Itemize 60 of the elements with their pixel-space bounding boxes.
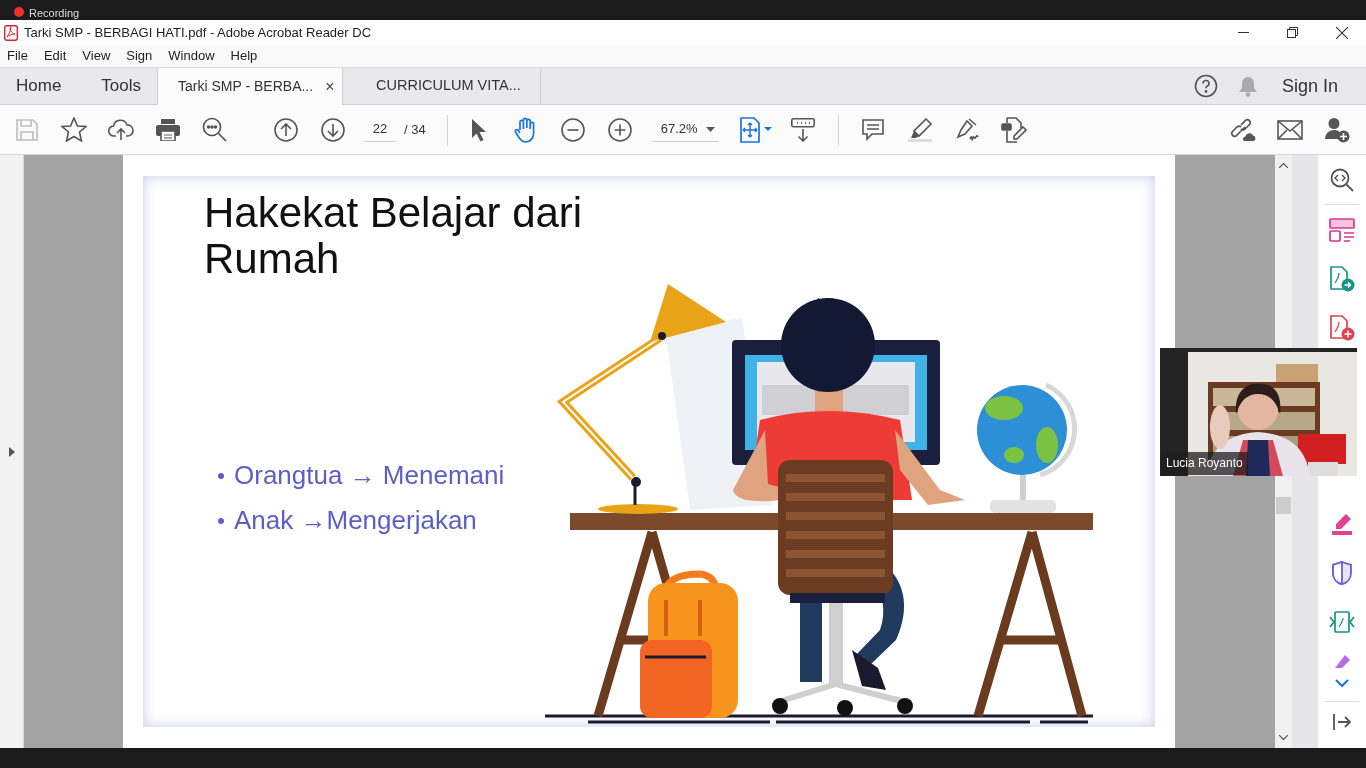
menu-item[interactable]: Sign: [126, 46, 160, 66]
document-tab[interactable]: CURRICULUM VITA...: [376, 75, 521, 97]
export-pdf-icon[interactable]: [1329, 265, 1355, 292]
zoom-in-icon[interactable]: [608, 117, 633, 142]
cloud-upload-icon[interactable]: [107, 118, 134, 141]
scrollbar-thumb[interactable]: [1276, 497, 1291, 514]
close-icon[interactable]: [1335, 26, 1348, 39]
print-icon[interactable]: [155, 118, 180, 141]
compress-pdf-icon[interactable]: [1329, 609, 1355, 634]
page-count: / 34: [404, 120, 426, 139]
mail-icon[interactable]: [1276, 119, 1303, 140]
pdf-app-icon: [4, 24, 18, 41]
window-title: Tarki SMP - BERBAGI HATI.pdf - Adobe Acrobat Reader DC: [24, 23, 372, 42]
expand-panel-icon[interactable]: [8, 446, 15, 457]
menu-item[interactable]: Edit: [43, 46, 74, 66]
search-icon[interactable]: [202, 117, 227, 142]
sign-in-button[interactable]: Sign In: [1281, 72, 1338, 100]
shield-icon[interactable]: [1332, 560, 1352, 585]
scroll-mode-icon[interactable]: [791, 117, 816, 142]
zoom-search-icon[interactable]: [1330, 167, 1354, 192]
scroll-down-icon[interactable]: [1279, 735, 1288, 740]
pen-signature-icon[interactable]: [954, 117, 981, 142]
pen-icon[interactable]: [1332, 654, 1352, 668]
zoom-out-icon[interactable]: [561, 117, 586, 142]
menu-item[interactable]: Help: [230, 46, 265, 66]
restore-icon[interactable]: [1287, 27, 1298, 38]
nav-tab[interactable]: Home: [0, 68, 86, 104]
collapse-panel-icon[interactable]: [1333, 713, 1351, 731]
recording-label: Recording: [29, 7, 80, 20]
more-tools-chevron-icon[interactable]: [1335, 679, 1349, 687]
highlighter-icon[interactable]: [907, 117, 934, 142]
star-icon[interactable]: [60, 117, 87, 142]
scroll-up-icon[interactable]: [1279, 163, 1288, 168]
slide-title: Hakekat Belajar dari Rumah: [203, 188, 584, 283]
participant-name: Lucia Royanto: [1161, 452, 1248, 475]
comment-icon[interactable]: [862, 118, 885, 141]
organize-pages-icon[interactable]: [1329, 217, 1355, 242]
add-user-icon[interactable]: [1323, 116, 1350, 143]
caret-icon[interactable]: [705, 127, 715, 132]
highlighter-icon[interactable]: [1330, 512, 1354, 535]
tab-close-button[interactable]: ×: [323, 74, 337, 99]
create-pdf-icon[interactable]: [1329, 314, 1355, 341]
bullet-text: Orangtua → Menemani: [234, 459, 505, 492]
document-tab[interactable]: Tarki SMP - BERBA...: [178, 76, 314, 97]
nav-tab[interactable]: Tools: [85, 68, 158, 104]
bullet-text: Anak →Mengerjakan: [234, 504, 477, 537]
link-icon[interactable]: [1229, 117, 1256, 142]
pointer-icon[interactable]: [471, 117, 488, 142]
menu-item[interactable]: File: [7, 46, 35, 66]
previous-page-icon[interactable]: [273, 117, 298, 142]
bullet-icon: [218, 472, 224, 479]
next-page-icon[interactable]: [320, 117, 345, 142]
page-number-field[interactable]: 22: [364, 117, 396, 142]
bullet-icon: [218, 517, 224, 524]
menu-item[interactable]: View: [82, 46, 118, 66]
fit-page-icon[interactable]: [740, 116, 773, 143]
recording-dot: [14, 7, 24, 17]
menu-item[interactable]: Window: [168, 46, 222, 66]
help-icon[interactable]: [1193, 74, 1218, 98]
edit-document-icon[interactable]: [1001, 116, 1028, 143]
